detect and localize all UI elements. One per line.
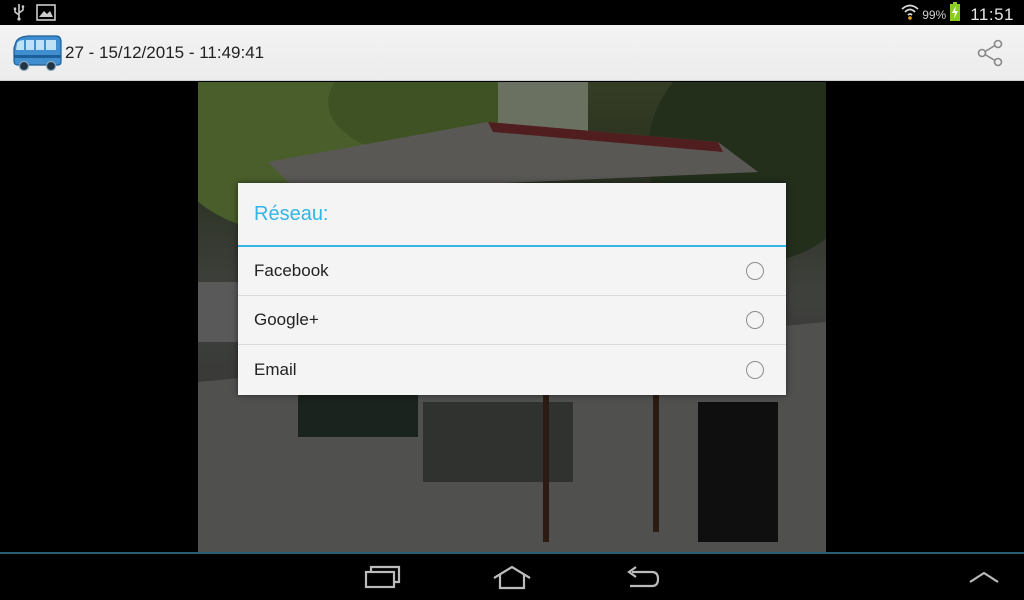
option-email[interactable]: Email [238,345,786,394]
radio-button[interactable] [746,262,764,280]
radio-button[interactable] [746,311,764,329]
back-icon[interactable] [620,562,664,592]
action-bar: 27 - 15/12/2015 - 11:49:41 [0,25,1024,81]
recent-apps-icon[interactable] [360,562,404,592]
option-facebook[interactable]: Facebook [238,247,786,296]
image-notification-icon [36,3,56,26]
page-title: 27 - 15/12/2015 - 11:49:41 [65,43,265,62]
share-icon[interactable] [976,39,1004,67]
menu-up-icon[interactable] [962,562,1006,592]
option-google-plus[interactable]: Google+ [238,296,786,345]
option-label: Google+ [254,310,319,329]
radio-button[interactable] [746,360,764,379]
dialog-title: Réseau: [238,183,786,247]
home-icon[interactable] [490,562,534,592]
battery-percent: 99% [922,7,947,22]
wifi-icon [901,3,919,26]
status-clock: 11:51 [970,4,1014,24]
bus-icon[interactable] [12,34,62,72]
usb-icon [12,3,26,26]
option-label: Facebook [254,261,329,280]
battery-charging-icon [949,2,961,27]
navigation-bar [0,552,1024,600]
status-bar: 99% 11:51 [0,0,1024,25]
option-label: Email [254,359,297,379]
network-chooser-dialog: Réseau: Facebook Google+ Email [238,183,786,395]
